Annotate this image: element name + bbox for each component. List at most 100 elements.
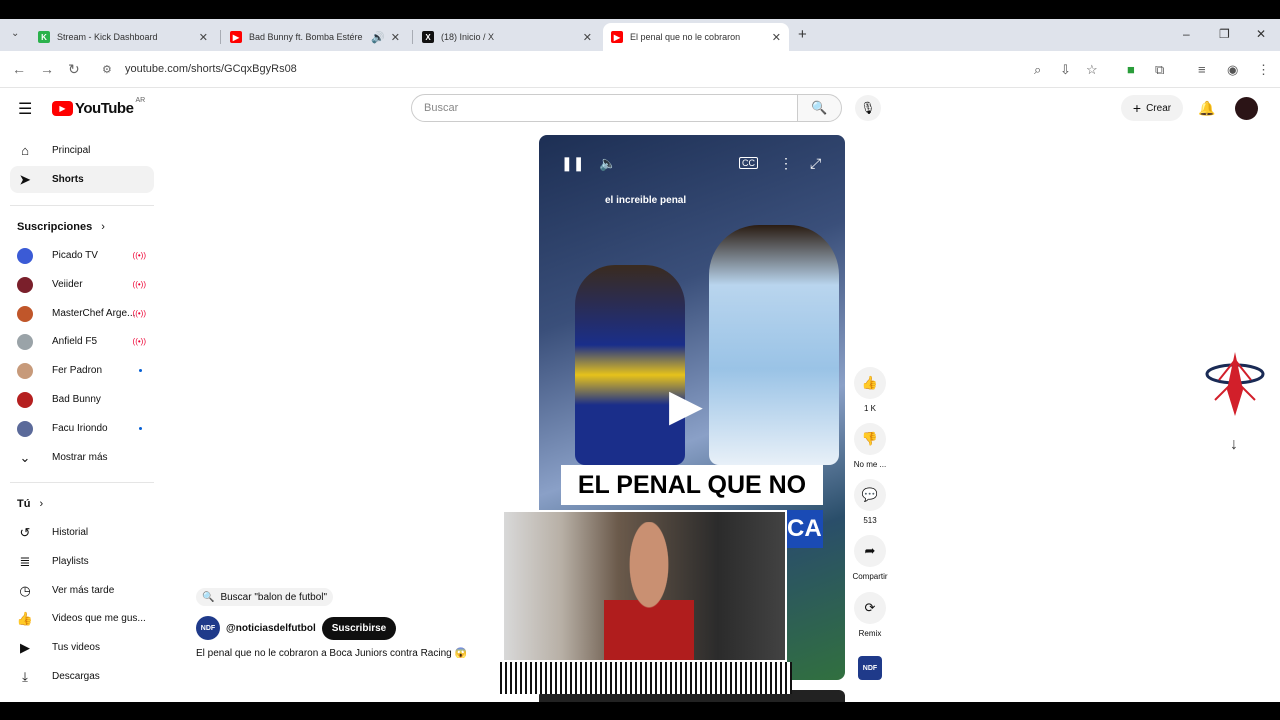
sidebar-item-label: Shorts	[52, 174, 84, 185]
tab-penal-short[interactable]: ▶ El penal que no le cobraron ✕	[603, 23, 789, 51]
captions-icon[interactable]: CC	[739, 157, 758, 169]
youtube-icon: ▶	[611, 31, 623, 43]
install-app-icon[interactable]: ⇩	[1060, 62, 1071, 78]
zoom-icon[interactable]: ⌕	[1034, 62, 1041, 78]
share-button[interactable]: ➦ Compartir	[850, 535, 890, 581]
x-icon: X	[422, 31, 434, 43]
like-count: 1 K	[863, 404, 876, 413]
subscriptions-heading[interactable]: Suscripciones ›	[17, 221, 105, 233]
sidebar-sub-bad-bunny[interactable]: Bad Bunny	[10, 386, 154, 413]
channel-avatar	[17, 247, 33, 264]
video-icon: ▶	[20, 639, 30, 655]
back-icon[interactable]: ←	[12, 61, 26, 77]
show-more-button[interactable]: ⌄ Mostrar más	[10, 444, 154, 471]
thumbs-up-icon: 👍	[854, 367, 886, 399]
new-content-dot	[139, 369, 142, 372]
profile-icon[interactable]: ◉	[1227, 62, 1238, 78]
close-tab-icon[interactable]: ✕	[199, 31, 208, 44]
close-tab-icon[interactable]: ✕	[772, 31, 781, 44]
address-bar[interactable]: youtube.com/shorts/GCqxBgyRs08	[125, 63, 297, 75]
sidebar-item-label: Videos que me gus...	[52, 613, 146, 624]
tab-search-chevron-icon[interactable]: ⌄	[11, 28, 19, 39]
remix-icon: ⟳	[854, 592, 886, 624]
sidebar-item-downloads[interactable]: ⤓ Descargas	[10, 663, 154, 690]
sidebar-item-your-videos[interactable]: ▶ Tus videos	[10, 634, 154, 661]
forward-icon[interactable]: →	[40, 61, 54, 77]
reload-icon[interactable]: ↻	[68, 61, 80, 78]
close-tab-icon[interactable]: ✕	[391, 31, 400, 44]
channel-thumbnail[interactable]: NDF	[858, 656, 882, 680]
search-button[interactable]: 🔍	[797, 94, 842, 122]
sidebar-item-label: Fer Padron	[52, 365, 103, 376]
sidebar-item-playlists[interactable]: ≣ Playlists	[10, 548, 154, 575]
channel-handle[interactable]: @noticiasdelfutbol	[226, 623, 316, 634]
you-heading-label: Tú	[17, 498, 31, 510]
bookmark-star-icon[interactable]: ☆	[1086, 62, 1098, 78]
chevron-right-icon: ›	[39, 498, 44, 510]
volume-icon[interactable]: 🔈	[599, 155, 616, 172]
fullscreen-icon[interactable]: ⤢	[810, 155, 821, 172]
next-short-arrow-icon[interactable]: ↓	[1230, 436, 1238, 454]
sidebar-sub-anfield-f5[interactable]: Anfield F5 ((•))	[10, 328, 154, 355]
tab-title: Bad Bunny ft. Bomba Estére	[249, 32, 363, 42]
extension-off-icon[interactable]: ■	[1127, 62, 1135, 77]
sidebar-item-shorts[interactable]: ➤ Shorts	[10, 166, 154, 193]
close-window-icon[interactable]: ✕	[1256, 27, 1266, 41]
sidebar-sub-picado-tv[interactable]: Picado TV ((•))	[10, 242, 154, 269]
sidebar: ⌂ Principal ➤ Shorts Suscripciones › Pic…	[0, 88, 165, 702]
sidebar-item-label: Playlists	[52, 556, 89, 567]
media-controls-icon[interactable]: ≡	[1198, 62, 1206, 77]
comments-button[interactable]: 💬 513	[850, 479, 890, 525]
sidebar-item-label: Principal	[52, 145, 91, 156]
subscribe-button[interactable]: Suscribirse	[321, 616, 397, 640]
minimize-icon[interactable]: –	[1183, 27, 1190, 41]
tab-bad-bunny[interactable]: ▶ Bad Bunny ft. Bomba Estére 🔊 ✕	[222, 23, 408, 51]
sidebar-item-historial[interactable]: ↺ Historial	[10, 519, 154, 546]
sidebar-item-label: Bad Bunny	[52, 394, 101, 405]
create-button[interactable]: + Crear	[1121, 95, 1183, 121]
notifications-bell-icon[interactable]: 🔔	[1198, 100, 1215, 117]
new-tab-button[interactable]: +	[798, 26, 807, 43]
you-heading[interactable]: Tú ›	[17, 498, 43, 510]
search-suggestion-chip[interactable]: 🔍 Buscar "balon de futbol"	[196, 588, 334, 606]
tab-title: El penal que no le cobraron	[630, 32, 741, 42]
pause-icon[interactable]: ❚❚	[561, 155, 584, 172]
remix-button[interactable]: ⟳ Remix	[850, 592, 890, 638]
sidebar-item-watch-later[interactable]: ◷ Ver más tarde	[10, 577, 154, 604]
youtube-icon: ▶	[230, 31, 242, 43]
sidebar-item-label: Ver más tarde	[52, 585, 115, 596]
remix-label: Remix	[858, 629, 882, 638]
sidebar-item-label: Anfield F5	[52, 336, 98, 347]
sidebar-divider	[10, 482, 154, 483]
short-title[interactable]: El penal que no le cobraron a Boca Junio…	[196, 648, 467, 659]
tab-x-inicio[interactable]: X (18) Inicio / X ✕	[414, 23, 600, 51]
sidebar-sub-facu-iriondo[interactable]: Facu Iriondo	[10, 415, 154, 442]
sidebar-sub-veiider[interactable]: Veiider ((•))	[10, 271, 154, 298]
like-button[interactable]: 👍 1 K	[850, 367, 890, 413]
sidebar-sub-masterchef[interactable]: MasterChef Arge... ((•))	[10, 300, 154, 327]
dislike-button[interactable]: 👎 No me ...	[850, 423, 890, 469]
video-caption-blue: CA	[787, 510, 823, 548]
channel-line: NDF @noticiasdelfutbol Suscribirse	[196, 616, 397, 640]
sidebar-sub-fer-padron[interactable]: Fer Padron	[10, 357, 154, 384]
extensions-icon[interactable]: ⧉	[1155, 62, 1164, 78]
channel-avatar[interactable]: NDF	[196, 616, 220, 640]
sidebar-divider	[10, 205, 154, 206]
screen-top-border	[0, 0, 1280, 19]
speaker-icon[interactable]: 🔊	[371, 31, 385, 44]
more-options-icon[interactable]: ⋮	[779, 155, 793, 172]
close-tab-icon[interactable]: ✕	[583, 31, 592, 44]
sidebar-item-principal[interactable]: ⌂ Principal	[10, 137, 154, 164]
search-input[interactable]: Buscar	[411, 94, 798, 122]
voice-search-button[interactable]: 🎙	[855, 95, 881, 121]
chrome-menu-icon[interactable]: ⋮	[1257, 62, 1270, 78]
play-icon[interactable]: ▶	[669, 380, 719, 430]
site-settings-icon[interactable]: ⚙	[102, 63, 112, 76]
restore-icon[interactable]: ❐	[1219, 27, 1230, 41]
tab-kick-dashboard[interactable]: K Stream - Kick Dashboard ✕	[30, 23, 216, 51]
account-avatar[interactable]	[1235, 97, 1258, 120]
search-suggestion-text: Buscar "balon de futbol"	[220, 591, 328, 603]
sidebar-item-label: Descargas	[52, 671, 100, 682]
sidebar-item-liked-videos[interactable]: 👍 Videos que me gus...	[10, 605, 154, 632]
video-frame-player-right	[709, 225, 839, 465]
